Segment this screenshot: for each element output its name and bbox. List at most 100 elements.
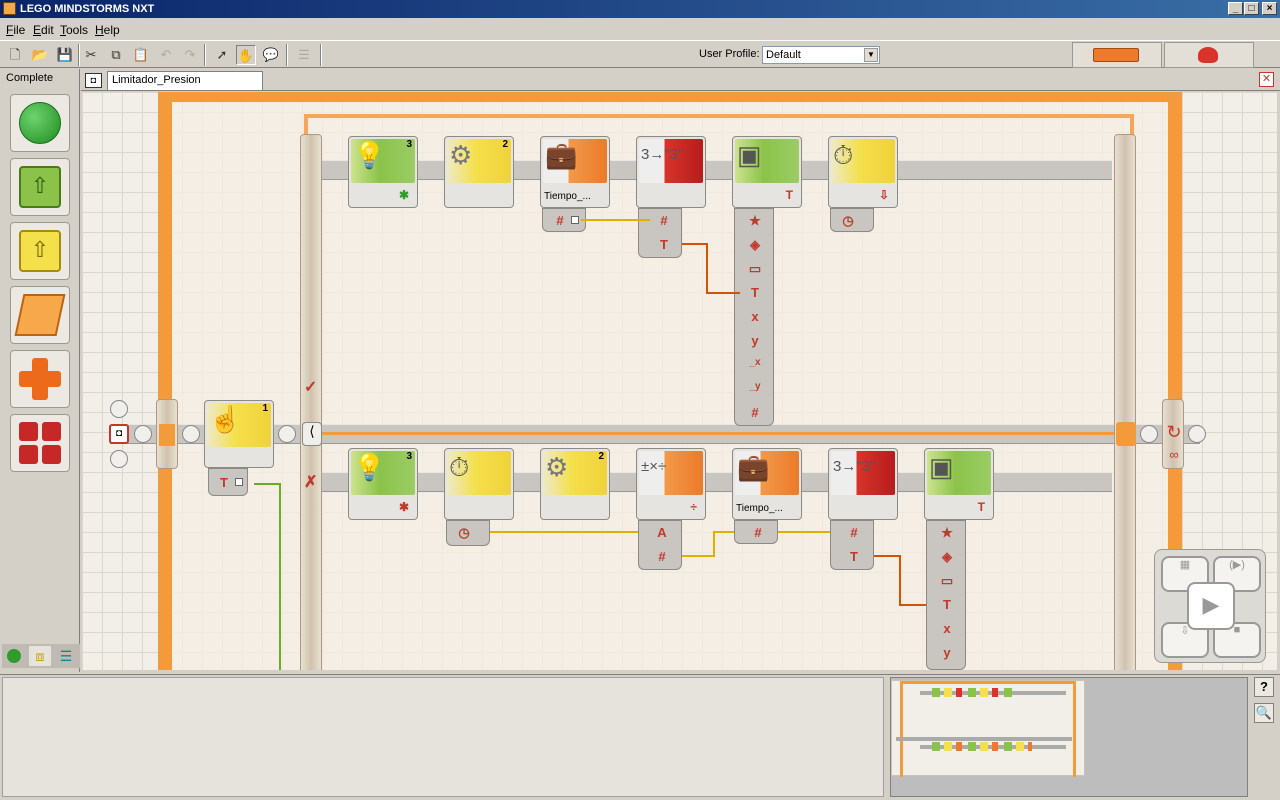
display-data-hub: ★ ◈ ▭ T x y [926,520,966,670]
number-plug-icon: # [658,549,666,564]
logic-wire [254,483,281,670]
new-file-icon[interactable]: 🗋 [5,45,25,65]
variable-block[interactable]: 💼 Tiempo_... [732,448,802,520]
toolbar-divider [78,44,80,66]
sensor-arrow-icon: ⇧ [19,230,61,272]
display-plug-action-icon: ★ [941,525,953,540]
math-operators-icon: ±×÷ [641,458,667,475]
navigation-map[interactable] [890,677,1248,797]
tab-complete-palette[interactable]: ⧈ [29,646,51,666]
window-title: LEGO MINDSTORMS NXT [20,3,155,15]
pointer-tool-icon[interactable]: ➚ [212,45,232,65]
number-a-plug-icon: A [657,525,667,540]
display-block[interactable]: ▣ T [924,448,994,520]
data-wires [254,219,932,670]
palette-action-blocks[interactable]: ⇧ [10,158,70,216]
map-thumbnail [891,680,1085,777]
menu-file[interactable]: File [6,23,25,37]
complete-palette-icon: ⧈ [35,648,45,664]
map-lower-blocks [932,742,1032,751]
palette-common-blocks[interactable] [10,94,70,152]
comment-tool-icon[interactable]: 💬 [261,45,281,65]
variable-name: Tiempo_... [736,503,783,514]
pan-tool-icon[interactable]: ✋ [236,45,256,65]
map-main-beam [896,737,1072,741]
port-number: 2 [598,451,604,462]
display-plug-clear-icon: ◈ [942,549,952,564]
help-icon[interactable]: ? [1254,677,1274,697]
port-number: 3 [406,451,412,462]
chevron-down-icon[interactable]: ▼ [864,48,878,62]
palette-sensor-blocks[interactable]: ⇧ [10,222,70,280]
home-icon[interactable]: ◘ [85,73,102,88]
help-panel [2,677,884,797]
maximize-button[interactable]: □ [1244,2,1259,15]
open-folder-icon[interactable]: 📂 [30,45,50,65]
advanced-grid-icon [19,422,61,464]
toolbar-divider [286,44,288,66]
user-profile-select[interactable]: Default ▼ [762,46,880,64]
action-arrow-icon: ⇧ [19,166,61,208]
number-to-text-block[interactable]: 3→"3" [828,448,898,520]
rotation-sensor-block[interactable]: ⚙ 2 [540,448,610,520]
zoom-icon[interactable]: 🔍 [1254,703,1274,723]
palette-tabs: ⧈ ☰ [2,644,80,668]
tab-custom-palette[interactable]: ☰ [55,646,77,666]
window-title-bar: LEGO MINDSTORMS NXT _ □ × [0,0,1280,18]
number-to-text-icon: 3→"3" [833,458,876,475]
timer-data-hub: ◷ [446,520,490,546]
toolbar-divider [204,44,206,66]
display-plug-text-icon: T [943,597,951,612]
variable-data-hub: # [734,520,778,544]
user-profile-value: Default [766,49,801,61]
close-icon[interactable]: ✕ [1259,72,1274,87]
redo-icon[interactable]: ↷ [180,45,200,65]
custom-palette-icon[interactable]: ☰ [294,45,314,65]
suitcase-icon: 💼 [737,452,770,482]
robo-center-button[interactable] [1164,42,1254,68]
tab-common-palette[interactable] [3,646,25,666]
program-canvas[interactable]: ◘ ☝ 1 T ✓ ✗ ⟨ ↻ ∞ 💡 3 ✱ ⚙ 2 💼 Tiempo_...… [82,92,1277,670]
paste-icon[interactable]: 📋 [131,45,151,65]
text-plug-icon: T [850,549,858,564]
display-plug-y-icon: y [943,645,951,660]
palette-advanced-blocks[interactable] [10,414,70,472]
number-to-text-data-hub: # T [830,520,874,570]
menu-help[interactable]: Help [95,23,120,37]
undo-icon[interactable]: ↶ [156,45,176,65]
map-upper-blocks [932,688,1012,697]
menu-tools[interactable]: Tools [60,23,88,37]
text-wire [682,243,740,294]
user-profile-label: User Profile: [699,48,760,60]
display-plug-file-icon: ▭ [940,573,954,588]
run-program-icon[interactable]: ▶ [1187,582,1235,630]
nxt-brick-button[interactable] [1072,42,1162,68]
toolbar-divider [320,44,322,66]
divide-icon: ÷ [690,500,697,514]
cut-icon[interactable]: ✂ [81,45,101,65]
color-lamp-icon: 💡 [353,452,386,482]
timer-block[interactable]: ⏱ [444,448,514,520]
data-cross-icon [19,358,61,400]
motor-rotation-icon: ⚙ [545,452,569,482]
light-off-icon: ✱ [398,500,409,514]
color-sensor-block[interactable]: 💡 3 ✱ [348,448,418,520]
save-icon[interactable]: 💾 [55,45,75,65]
green-circle-icon [19,102,61,144]
close-window-button[interactable]: × [1262,2,1277,15]
math-data-hub: A # [638,520,682,570]
palette-flow-blocks[interactable] [10,286,70,344]
menu-edit[interactable]: Edit [33,23,54,37]
display-plug-x-icon: x [943,621,951,636]
custom-palette-tab-icon: ☰ [59,648,73,664]
programming-palette: Complete ⇧ ⇧ ⧈ ☰ [0,69,80,672]
robot-icon [1198,47,1218,63]
minimize-button[interactable]: _ [1228,2,1243,15]
math-block[interactable]: ±×÷ ÷ [636,448,706,520]
menu-bar: File Edit Tools Help [0,20,1280,39]
palette-data-blocks[interactable] [10,350,70,408]
number-plug-icon: # [754,525,762,540]
tab-limitador-presion[interactable]: Limitador_Presion [107,71,263,90]
copy-icon[interactable]: ⧉ [106,45,126,65]
document-tab-strip: ◘ Limitador_Presion ✕ [81,69,1280,91]
